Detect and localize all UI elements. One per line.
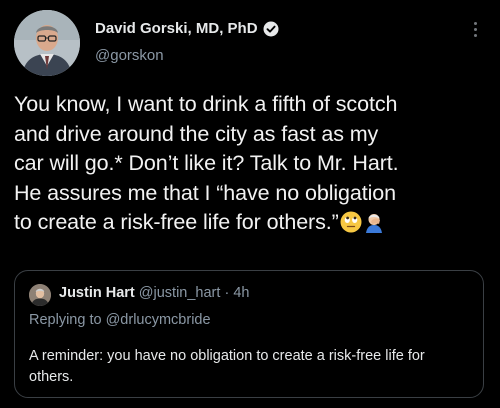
- verified-badge-icon: [263, 21, 279, 36]
- quoted-tweet[interactable]: Justin Hart @justin_hart · 4h Replying t…: [14, 270, 484, 398]
- quoted-header: Justin Hart @justin_hart · 4h: [59, 285, 249, 301]
- avatar-photo-icon: [14, 10, 80, 76]
- tweet-body-line: He assures me that I “have no obligation: [14, 180, 397, 205]
- tweet-body: You know, I want to drink a fifth of sco…: [14, 90, 489, 238]
- author-avatar[interactable]: [14, 10, 80, 76]
- quoted-timestamp[interactable]: 4h: [233, 285, 249, 301]
- replying-to-label: Replying to: [29, 312, 102, 328]
- replying-to-mention[interactable]: @drlucymcbride: [106, 312, 211, 328]
- quoted-author-handle[interactable]: @justin_hart: [139, 285, 221, 301]
- quoted-time-separator: ·: [224, 285, 230, 301]
- quoted-author-name[interactable]: Justin Hart: [59, 285, 135, 301]
- more-options-icon[interactable]: [472, 22, 478, 40]
- replying-to-line: Replying to @drlucymcbride: [29, 312, 211, 328]
- author-name[interactable]: David Gorski, MD, PhD: [95, 20, 258, 37]
- tweet-body-line: and drive around the city as fast as my: [14, 121, 379, 146]
- facepalm-emoji-icon: [365, 214, 382, 233]
- quoted-avatar-photo-icon: [29, 284, 51, 306]
- quoted-tweet-text: A reminder: you have no obligation to cr…: [29, 348, 425, 385]
- tweet-body-line: car will go.* Don’t like it? Talk to Mr.…: [14, 151, 399, 175]
- author-handle[interactable]: @gorskon: [95, 47, 164, 64]
- eye-roll-emoji-icon: [340, 211, 362, 233]
- tweet: David Gorski, MD, PhD @gorskon You know,…: [0, 0, 500, 408]
- quoted-author-avatar[interactable]: [29, 284, 51, 306]
- author-name-row[interactable]: David Gorski, MD, PhD: [95, 20, 279, 37]
- tweet-body-line-last: to create a risk-free life for others.”: [14, 208, 489, 238]
- tweet-body-line: You know, I want to drink a fifth of sco…: [14, 92, 398, 116]
- tweet-body-line: to create a risk-free life for others.”: [14, 210, 339, 234]
